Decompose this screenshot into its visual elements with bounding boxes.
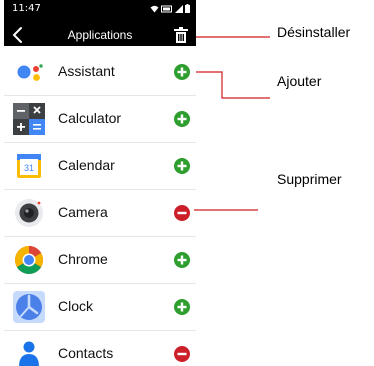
callout-add: Ajouter <box>277 73 322 89</box>
callout-uninstall: Désinstaller <box>277 24 351 40</box>
callout-remove: Supprimer <box>277 171 342 187</box>
add-leader-line <box>196 71 270 99</box>
